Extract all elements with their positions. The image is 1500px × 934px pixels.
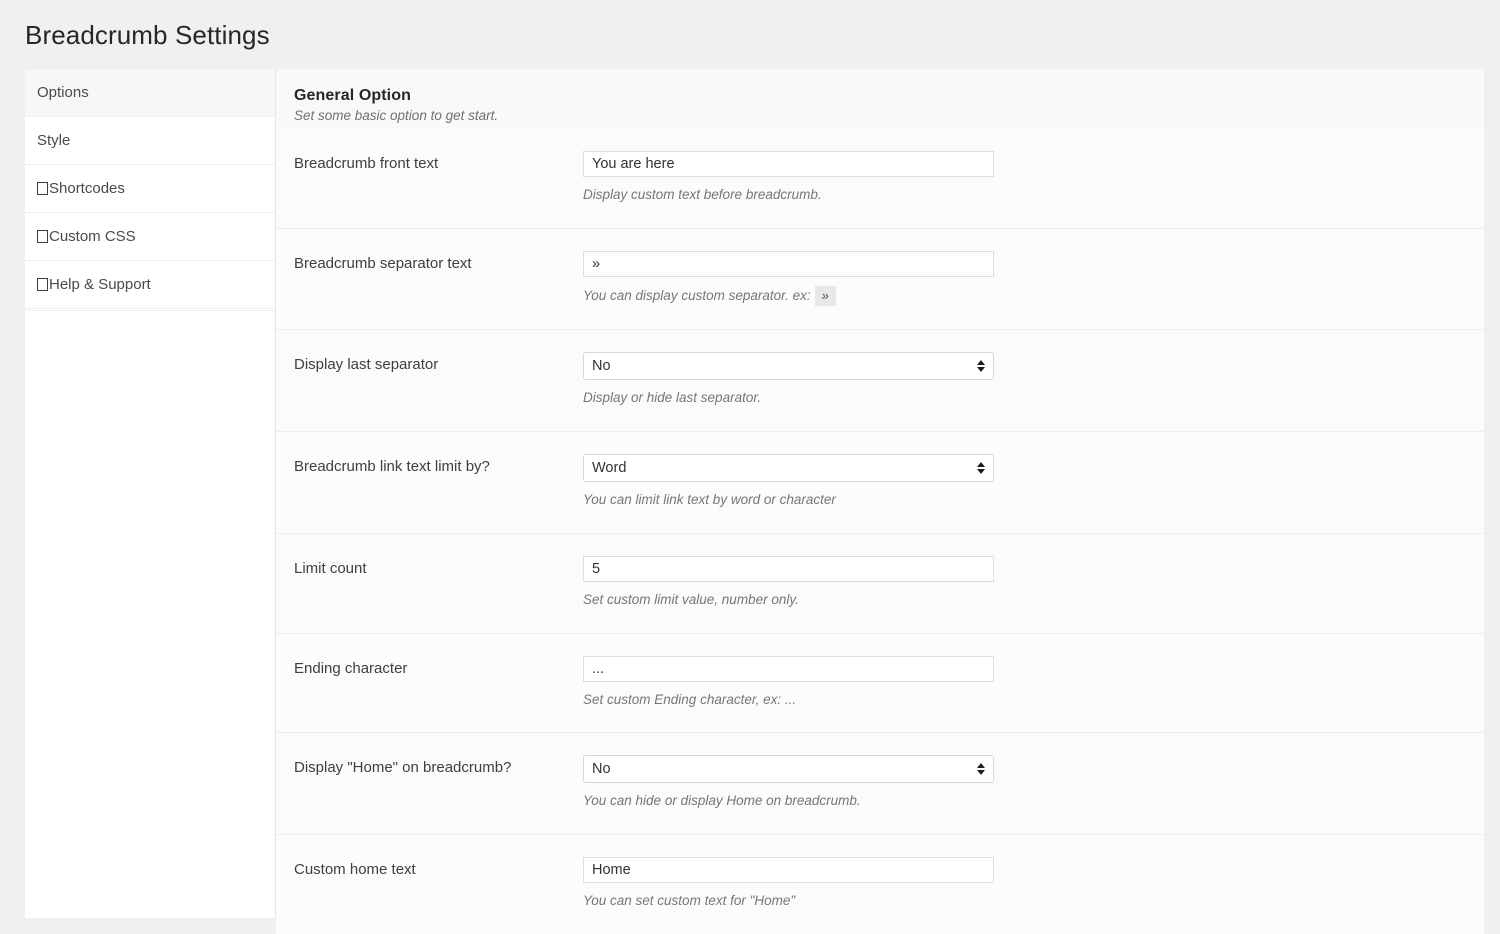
field-label-custom-home-text: Custom home text xyxy=(276,857,583,880)
field-description-text: You can hide or display Home on breadcru… xyxy=(583,793,861,808)
field-label-breadcrumb-link-text-limit-by: Breadcrumb link text limit by? xyxy=(276,454,583,477)
field-description-text: You can set custom text for "Home" xyxy=(583,893,795,908)
sidebar-divider xyxy=(25,309,275,311)
field-description-limit-count: Set custom limit value, number only. xyxy=(583,591,1466,610)
field-description-breadcrumb-front-text: Display custom text before breadcrumb. xyxy=(583,186,1466,205)
field-label-display-last-separator: Display last separator xyxy=(276,352,583,375)
field-description-text: You can display custom separator. ex: xyxy=(583,288,811,303)
field-row-display-home-on-breadcrumb: Display "Home" on breadcrumb?YesNo You ca… xyxy=(276,732,1484,834)
field-control-ending-character: Set custom Ending character, ex: ... xyxy=(583,656,1484,710)
field-description-text: Set custom limit value, number only. xyxy=(583,592,799,607)
display-home-on-breadcrumb-select[interactable]: YesNo xyxy=(583,755,994,783)
field-row-limit-count: Limit countSet custom limit value, numbe… xyxy=(276,533,1484,633)
ending-character-input[interactable] xyxy=(583,656,994,682)
sidebar-item-style[interactable]: Style xyxy=(25,117,275,165)
breadcrumb-link-text-limit-by-select[interactable]: WordCharacter xyxy=(583,454,994,482)
field-control-custom-home-text: You can set custom text for "Home" xyxy=(583,857,1484,911)
missing-glyph-box-icon xyxy=(37,230,48,243)
breadcrumb-front-text-input[interactable] xyxy=(583,151,994,177)
sidebar-item-shortcodes[interactable]: Shortcodes xyxy=(25,165,275,213)
sidebar-item-label: Shortcodes xyxy=(49,180,125,197)
missing-glyph-box-icon xyxy=(37,182,48,195)
field-control-breadcrumb-front-text: Display custom text before breadcrumb. xyxy=(583,151,1484,205)
field-control-display-home-on-breadcrumb: YesNo You can hide or display Home on bre… xyxy=(583,755,1484,811)
settings-field-list: Breadcrumb front textDisplay custom text… xyxy=(276,129,1484,934)
field-description-breadcrumb-link-text-limit-by: You can limit link text by word or chara… xyxy=(583,491,1466,510)
display-last-separator-select[interactable]: YesNo xyxy=(583,352,994,380)
sidebar-item-label: Custom CSS xyxy=(49,228,136,245)
section-header: General Option Set some basic option to … xyxy=(276,69,1484,129)
field-row-display-last-separator: Display last separatorYesNo Display or hi… xyxy=(276,329,1484,431)
separator-example-badge: » xyxy=(815,286,836,306)
field-control-breadcrumb-link-text-limit-by: WordCharacter You can limit link text by … xyxy=(583,454,1484,510)
select-wrapper-display-home-on-breadcrumb: YesNo xyxy=(583,755,994,783)
field-row-ending-character: Ending characterSet custom Ending charac… xyxy=(276,633,1484,733)
missing-glyph-box-icon xyxy=(37,278,48,291)
sidebar-item-custom-css[interactable]: Custom CSS xyxy=(25,213,275,261)
sidebar-item-label: Style xyxy=(37,132,70,149)
settings-content-panel: General Option Set some basic option to … xyxy=(276,69,1484,934)
field-control-breadcrumb-separator-text: You can display custom separator. ex: » xyxy=(583,251,1484,306)
settings-layout: Options Style Shortcodes Custom CSS Help & S… xyxy=(0,69,1500,934)
sidebar-item-label: Options xyxy=(37,84,89,101)
field-row-breadcrumb-link-text-limit-by: Breadcrumb link text limit by?WordCharac… xyxy=(276,431,1484,533)
field-row-custom-home-text: Custom home textYou can set custom text … xyxy=(276,834,1484,934)
breadcrumb-separator-text-input[interactable] xyxy=(583,251,994,277)
field-description-text: Display custom text before breadcrumb. xyxy=(583,187,822,202)
field-description-display-last-separator: Display or hide last separator. xyxy=(583,389,1466,408)
field-control-display-last-separator: YesNo Display or hide last separator. xyxy=(583,352,1484,408)
field-row-breadcrumb-separator-text: Breadcrumb separator textYou can display… xyxy=(276,228,1484,329)
sidebar-item-help-support[interactable]: Help & Support xyxy=(25,261,275,309)
field-description-text: You can limit link text by word or chara… xyxy=(583,492,836,507)
field-description-ending-character: Set custom Ending character, ex: ... xyxy=(583,691,1466,710)
select-wrapper-breadcrumb-link-text-limit-by: WordCharacter xyxy=(583,454,994,482)
field-control-limit-count: Set custom limit value, number only. xyxy=(583,556,1484,610)
field-description-breadcrumb-separator-text: You can display custom separator. ex: » xyxy=(583,286,1466,306)
limit-count-input[interactable] xyxy=(583,556,994,582)
field-row-breadcrumb-front-text: Breadcrumb front textDisplay custom text… xyxy=(276,129,1484,228)
field-description-custom-home-text: You can set custom text for "Home" xyxy=(583,892,1466,911)
field-description-text: Set custom Ending character, ex: ... xyxy=(583,692,796,707)
custom-home-text-input[interactable] xyxy=(583,857,994,883)
field-label-limit-count: Limit count xyxy=(276,556,583,579)
field-label-display-home-on-breadcrumb: Display "Home" on breadcrumb? xyxy=(276,755,583,778)
select-wrapper-display-last-separator: YesNo xyxy=(583,352,994,380)
page-title: Breadcrumb Settings xyxy=(0,0,1500,69)
field-description-display-home-on-breadcrumb: You can hide or display Home on breadcru… xyxy=(583,792,1466,811)
field-description-text: Display or hide last separator. xyxy=(583,390,761,405)
sidebar-item-options[interactable]: Options xyxy=(25,69,275,117)
field-label-breadcrumb-separator-text: Breadcrumb separator text xyxy=(276,251,583,274)
section-title: General Option xyxy=(294,87,1484,105)
sidebar-item-label: Help & Support xyxy=(49,276,151,293)
field-label-breadcrumb-front-text: Breadcrumb front text xyxy=(276,151,583,174)
section-subtitle: Set some basic option to get start. xyxy=(294,108,1484,123)
settings-sidebar: Options Style Shortcodes Custom CSS Help & S… xyxy=(25,69,276,918)
field-label-ending-character: Ending character xyxy=(276,656,583,679)
